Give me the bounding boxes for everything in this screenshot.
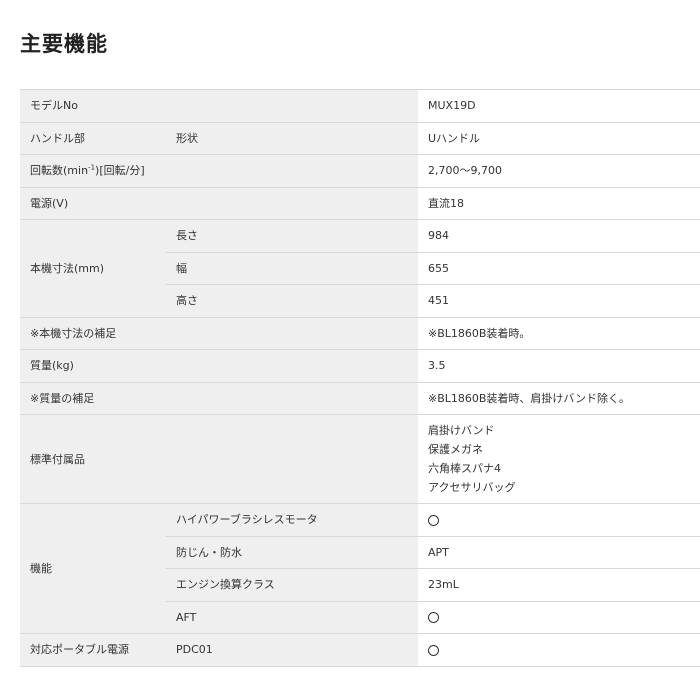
accessory-item: 肩掛けバンド xyxy=(428,424,495,437)
row-label-mass-note: ※質量の補足 xyxy=(20,381,418,415)
row-value-power: 直流18 xyxy=(418,186,700,220)
row-value-height: 451 xyxy=(418,284,700,318)
row-label-dimensions-note: ※本機寸法の補足 xyxy=(20,316,418,350)
row-value-engine-class: 23mL xyxy=(418,568,700,602)
row-sublabel-aft: AFT xyxy=(166,600,418,634)
table-row: モデルNo MUX19D xyxy=(20,89,700,123)
circle-mark-icon xyxy=(428,612,439,624)
row-sublabel-length: 長さ xyxy=(166,219,418,253)
accessory-item: アクセサリバッグ xyxy=(428,481,516,494)
table-row: ハンドル部 形状 Uハンドル xyxy=(20,121,700,155)
table-row: 電源(V) 直流18 xyxy=(20,186,700,220)
table-row: 対応ポータブル電源 PDC01 xyxy=(20,633,700,667)
table-row: ※本機寸法の補足 ※BL1860B装着時。 xyxy=(20,316,700,350)
table-row: 本機寸法(mm) 長さ 984 xyxy=(20,219,700,318)
row-sublabel-pdc01: PDC01 xyxy=(166,633,418,667)
circle-mark-icon xyxy=(428,514,439,526)
row-label-rpm: 回転数(min-1)[回転/分] xyxy=(20,154,418,188)
row-label-handle: ハンドル部 xyxy=(20,121,166,155)
table-row: 標準付属品 肩掛けバンド 保護メガネ 六角棒スパナ4 アクセサリバッグ xyxy=(20,414,700,504)
spec-table: モデルNo MUX19D ハンドル部 形状 Uハンドル 回転数(min-1)[回… xyxy=(20,89,700,667)
row-sublabel-height: 高さ xyxy=(166,284,418,318)
page-title: 主要機能 xyxy=(20,32,108,56)
row-value-mass-note: ※BL1860B装着時、肩掛けバンド除く。 xyxy=(418,381,700,415)
row-value-width: 655 xyxy=(418,251,700,285)
row-label-accessories: 標準付属品 xyxy=(20,414,418,504)
table-row: 機能 ハイパワーブラシレスモータ xyxy=(20,503,700,634)
row-sublabel-shape: 形状 xyxy=(166,121,418,155)
row-label-dimensions: 本機寸法(mm) xyxy=(20,219,166,318)
table-row: ※質量の補足 ※BL1860B装着時、肩掛けバンド除く。 xyxy=(20,381,700,415)
row-sublabel-width: 幅 xyxy=(166,251,418,285)
row-label-power: 電源(V) xyxy=(20,186,418,220)
row-value-motor xyxy=(418,503,700,537)
row-label-features: 機能 xyxy=(20,503,166,634)
row-sublabel-engine-class: エンジン換算クラス xyxy=(166,568,418,602)
row-label-portable-power: 対応ポータブル電源 xyxy=(20,633,166,667)
row-value-mass: 3.5 xyxy=(418,349,700,383)
row-value-model: MUX19D xyxy=(418,89,700,123)
row-value-dustproof: APT xyxy=(418,535,700,569)
accessory-item: 六角棒スパナ4 xyxy=(428,462,501,475)
row-value-aft xyxy=(418,600,700,634)
row-value-accessories: 肩掛けバンド 保護メガネ 六角棒スパナ4 アクセサリバッグ xyxy=(418,414,700,504)
table-row: 回転数(min-1)[回転/分] 2,700〜9,700 xyxy=(20,154,700,188)
row-sublabel-dustproof: 防じん・防水 xyxy=(166,535,418,569)
table-row: 質量(kg) 3.5 xyxy=(20,349,700,383)
row-value-dimensions-note: ※BL1860B装着時。 xyxy=(418,316,700,350)
circle-mark-icon xyxy=(428,644,439,656)
row-value-portable-power xyxy=(418,633,700,667)
row-value-length: 984 xyxy=(418,219,700,253)
row-value-handle: Uハンドル xyxy=(418,121,700,155)
accessory-item: 保護メガネ xyxy=(428,443,483,456)
row-sublabel-motor: ハイパワーブラシレスモータ xyxy=(166,503,418,537)
row-label-model: モデルNo xyxy=(20,89,418,123)
row-label-mass: 質量(kg) xyxy=(20,349,418,383)
row-value-rpm: 2,700〜9,700 xyxy=(418,154,700,188)
